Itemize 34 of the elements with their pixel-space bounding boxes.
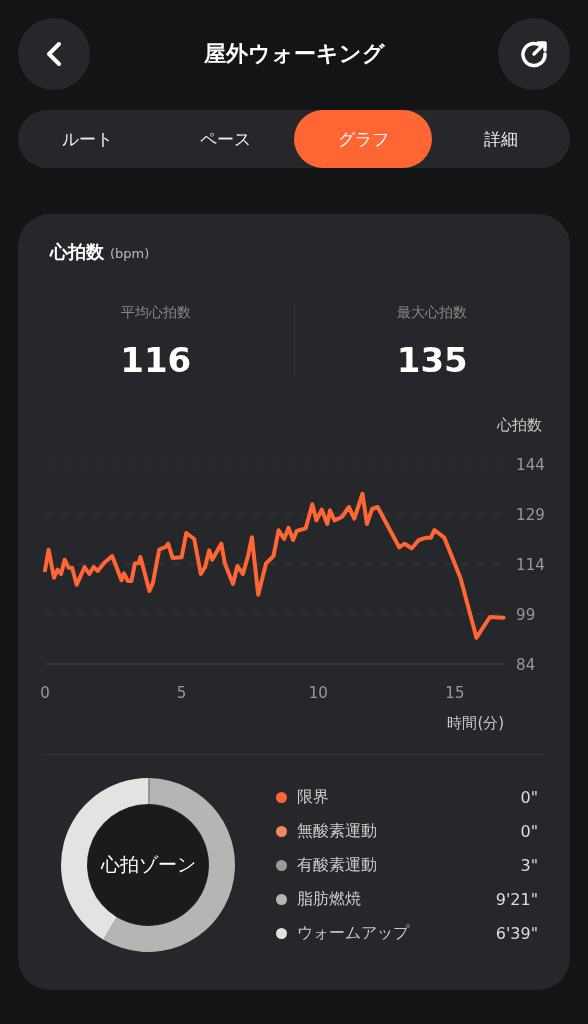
x-tick-label: 5 <box>176 684 187 702</box>
y-tick-label: 99 <box>516 606 536 624</box>
zone-duration: 3" <box>520 855 538 875</box>
y-tick-label: 144 <box>516 456 545 474</box>
zone-name: 限界 <box>297 786 330 808</box>
tab[interactable]: 詳細 <box>432 110 570 168</box>
stat-label: 平均心拍数 <box>120 304 191 322</box>
donut-label: 心拍ゾーン <box>100 852 196 877</box>
y-tick-label: 129 <box>516 506 545 524</box>
x-tick-label: 10 <box>308 684 328 702</box>
x-tick-label: 0 <box>40 684 50 702</box>
zone-duration: 6'39" <box>495 923 538 943</box>
x-tick-label: 15 <box>445 684 465 702</box>
y-axis-title: 心拍数 <box>497 416 542 434</box>
y-tick-label: 114 <box>516 556 545 574</box>
unit-label: (bpm) <box>110 246 150 261</box>
back-icon <box>46 41 62 67</box>
zone-duration: 0" <box>520 821 538 841</box>
stat-label: 最大心拍数 <box>397 304 468 322</box>
stat-value: 116 <box>120 340 192 380</box>
zone-name: 有酸素運動 <box>297 854 378 876</box>
y-tick-label: 84 <box>516 656 536 674</box>
tab[interactable]: ペース <box>156 110 294 168</box>
zone-name: 無酸素運動 <box>297 820 378 842</box>
x-axis-title: 時間(分) <box>447 714 505 732</box>
zone-name: 脂肪燃焼 <box>297 888 362 910</box>
circle-arrow-icon <box>519 39 549 69</box>
tab[interactable]: ルート <box>18 110 156 168</box>
card-title: 心拍数 <box>50 240 104 264</box>
zone-duration: 9'21" <box>495 889 538 909</box>
stat-value: 135 <box>396 340 468 380</box>
zone-duration: 0" <box>520 787 538 807</box>
page-title: 屋外ウォーキング <box>203 40 385 68</box>
zone-name: ウォームアップ <box>297 922 411 944</box>
